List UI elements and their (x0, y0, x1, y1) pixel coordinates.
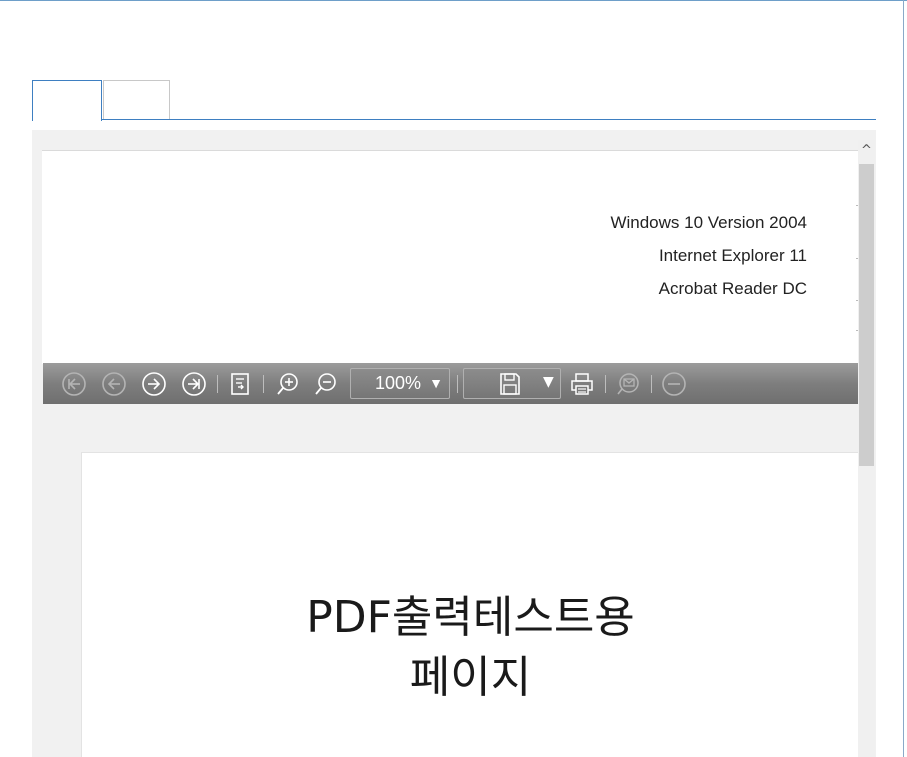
pdf-text-line-2: 페이지 (409, 652, 532, 703)
window-top-border (0, 0, 907, 1)
header-line-os: Windows 10 Version 2004 (610, 213, 807, 232)
save-dropdown-arrow: ▼ (543, 374, 554, 390)
save-button[interactable]: ▼ (463, 368, 561, 399)
zoom-level-select[interactable]: 100% ▼ (350, 368, 450, 399)
email-icon[interactable] (615, 371, 641, 397)
print-icon[interactable] (569, 371, 595, 397)
previous-page-icon[interactable] (101, 371, 127, 397)
first-page-icon[interactable] (61, 371, 87, 397)
last-page-icon[interactable] (181, 371, 207, 397)
collapse-icon[interactable] (661, 371, 687, 397)
tab-2[interactable] (103, 80, 170, 119)
zoom-dropdown-arrow: ▼ (429, 375, 443, 391)
toolbar-separator (217, 375, 218, 393)
pdf-toolbar: 100% ▼ ▼ (43, 363, 858, 404)
header-line-reader: Acrobat Reader DC (658, 279, 807, 298)
document-header-area: Windows 10 Version 2004 Internet Explore… (42, 150, 858, 364)
go-to-page-icon[interactable] (227, 371, 253, 397)
tab-1[interactable] (32, 80, 102, 121)
toolbar-separator (651, 375, 652, 393)
zoom-level-value: 100% (375, 373, 422, 393)
pdf-page: PDF출력테스트용 페이지 (81, 452, 858, 757)
toolbar-separator (605, 375, 606, 393)
zoom-in-icon[interactable] (275, 371, 301, 397)
toolbar-separator (263, 375, 264, 393)
pdf-text-line-1: PDF출력테스트용 (306, 592, 635, 643)
save-icon (500, 373, 520, 395)
window-right-border (903, 0, 904, 757)
toolbar-separator (457, 375, 458, 393)
scroll-up-arrow[interactable]: ^ (858, 140, 875, 162)
scrollbar-thumb[interactable] (859, 164, 874, 466)
header-line-browser: Internet Explorer 11 (658, 246, 807, 265)
next-page-icon[interactable] (141, 371, 167, 397)
zoom-out-icon[interactable] (313, 371, 339, 397)
tab-strip-border (32, 119, 876, 120)
